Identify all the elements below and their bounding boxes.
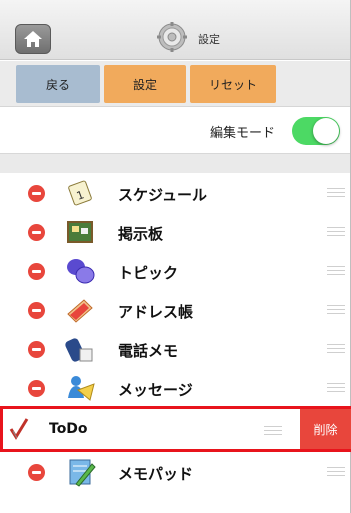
list-item-label: ToDo [49,421,88,437]
list-item[interactable]: メモパッド [0,452,350,491]
edit-mode-label: 編集モード [210,126,276,141]
delete-button[interactable]: 削除 [300,409,351,449]
list-item-label: メッセージ [118,381,193,399]
toolbar: 戻る 設定 リセット [0,61,350,107]
delete-circle-icon[interactable] [28,380,45,397]
drag-handle-icon[interactable] [264,426,282,435]
page-title: 設定 [198,33,220,46]
delete-circle-icon[interactable] [28,341,45,358]
delete-circle-icon[interactable] [28,185,45,202]
reset-button[interactable]: リセット [190,65,276,103]
message-icon [68,376,95,401]
drag-handle-icon[interactable] [327,305,345,314]
bulletin-board-icon [67,221,93,243]
list-item[interactable]: 1 スケジュール [0,173,350,212]
todo-icon [9,418,29,440]
drag-handle-icon[interactable] [327,188,345,197]
edit-mode-row: 編集モード [0,107,350,153]
delete-circle-icon[interactable] [28,464,45,481]
delete-circle-icon[interactable] [28,263,45,280]
address-book-icon [67,299,93,323]
home-icon [24,31,42,47]
drag-handle-icon[interactable] [327,266,345,275]
list-item-label: トピック [118,264,179,282]
drag-handle-icon[interactable] [327,227,345,236]
delete-circle-icon[interactable] [28,302,45,319]
drag-handle-icon[interactable] [327,383,345,392]
delete-circle-icon[interactable] [28,224,45,241]
section-divider [0,153,350,173]
edit-mode-toggle[interactable] [292,117,340,145]
list-item[interactable]: メッセージ [0,368,350,407]
topic-icon [67,259,95,284]
list-item[interactable]: トピック [0,251,350,290]
list-item[interactable]: 電話メモ [0,329,350,368]
toggle-knob [313,118,339,144]
phone-memo-icon [65,338,93,362]
list-item-label: 掲示板 [118,225,164,243]
list-item-swiped[interactable]: ToDo 削除 [0,406,351,452]
list-item[interactable]: アドレス帳 [0,290,350,329]
memopad-icon [69,459,96,487]
settings-button[interactable]: 設定 [104,65,186,103]
gear-icon [157,22,187,52]
drag-handle-icon[interactable] [327,467,345,476]
schedule-icon: 1 [68,180,92,206]
list-item-label: 電話メモ [118,342,179,360]
app-window: 設定 戻る 設定 リセット 編集モード 1 スケジュール 掲示板 トピック アド… [0,0,351,513]
list-item-label: スケジュール [118,186,207,204]
drag-handle-icon[interactable] [327,344,345,353]
back-button[interactable]: 戻る [16,65,100,103]
header-bar: 設定 [0,0,350,60]
home-button[interactable] [15,24,51,54]
list-item[interactable]: 掲示板 [0,212,350,251]
list-item-label: アドレス帳 [118,303,194,321]
list-item-label: メモパッド [118,465,194,483]
